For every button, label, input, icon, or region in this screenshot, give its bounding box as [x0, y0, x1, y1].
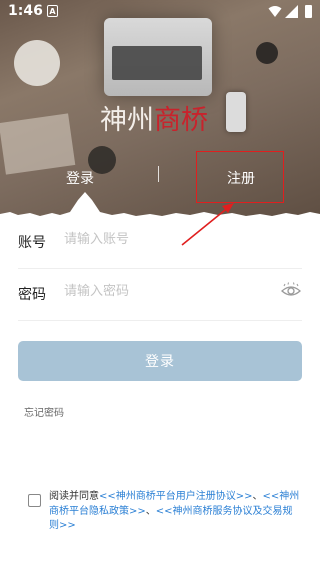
- logo-text-accent: 商桥: [154, 105, 208, 136]
- battery-icon: [305, 5, 312, 18]
- account-row: 账号: [18, 218, 302, 269]
- forgot-password-link[interactable]: 忘记密码: [24, 404, 64, 419]
- account-label: 账号: [18, 235, 46, 251]
- tab-login[interactable]: 登录: [66, 168, 94, 188]
- decor-plate: [14, 40, 60, 86]
- login-button[interactable]: 登录: [18, 341, 302, 381]
- password-input[interactable]: [64, 278, 264, 304]
- tab-divider: [158, 166, 159, 182]
- agreement-checkbox[interactable]: [28, 494, 41, 507]
- agreement-separator: 、: [145, 505, 156, 517]
- user-agreement-link[interactable]: <<神州商桥平台用户注册协议>>: [99, 491, 253, 502]
- decor-cup: [256, 42, 278, 64]
- signal-icon: [285, 5, 298, 18]
- wifi-icon: [268, 6, 282, 17]
- decor-phone: [226, 92, 246, 132]
- password-row: 密码: [18, 270, 302, 321]
- status-bar: 1:46 A: [0, 0, 320, 24]
- password-label: 密码: [18, 287, 46, 303]
- notification-a-icon: A: [47, 5, 58, 17]
- decor-keyboard: [112, 46, 202, 80]
- account-input[interactable]: [64, 226, 264, 252]
- status-time: 1:46: [8, 3, 43, 19]
- brand-logo: 神州商桥: [100, 98, 220, 137]
- logo-text-main: 神州: [100, 105, 154, 136]
- agreement-prefix: 阅读并同意: [49, 491, 99, 502]
- agreement-text: 阅读并同意<<神州商桥平台用户注册协议>>、<<神州商桥平台隐私政策>>、<<神…: [49, 490, 301, 534]
- decor-notebook: [0, 113, 76, 175]
- show-password-eye-icon[interactable]: [280, 282, 302, 300]
- agreement-separator: 、: [252, 491, 263, 502]
